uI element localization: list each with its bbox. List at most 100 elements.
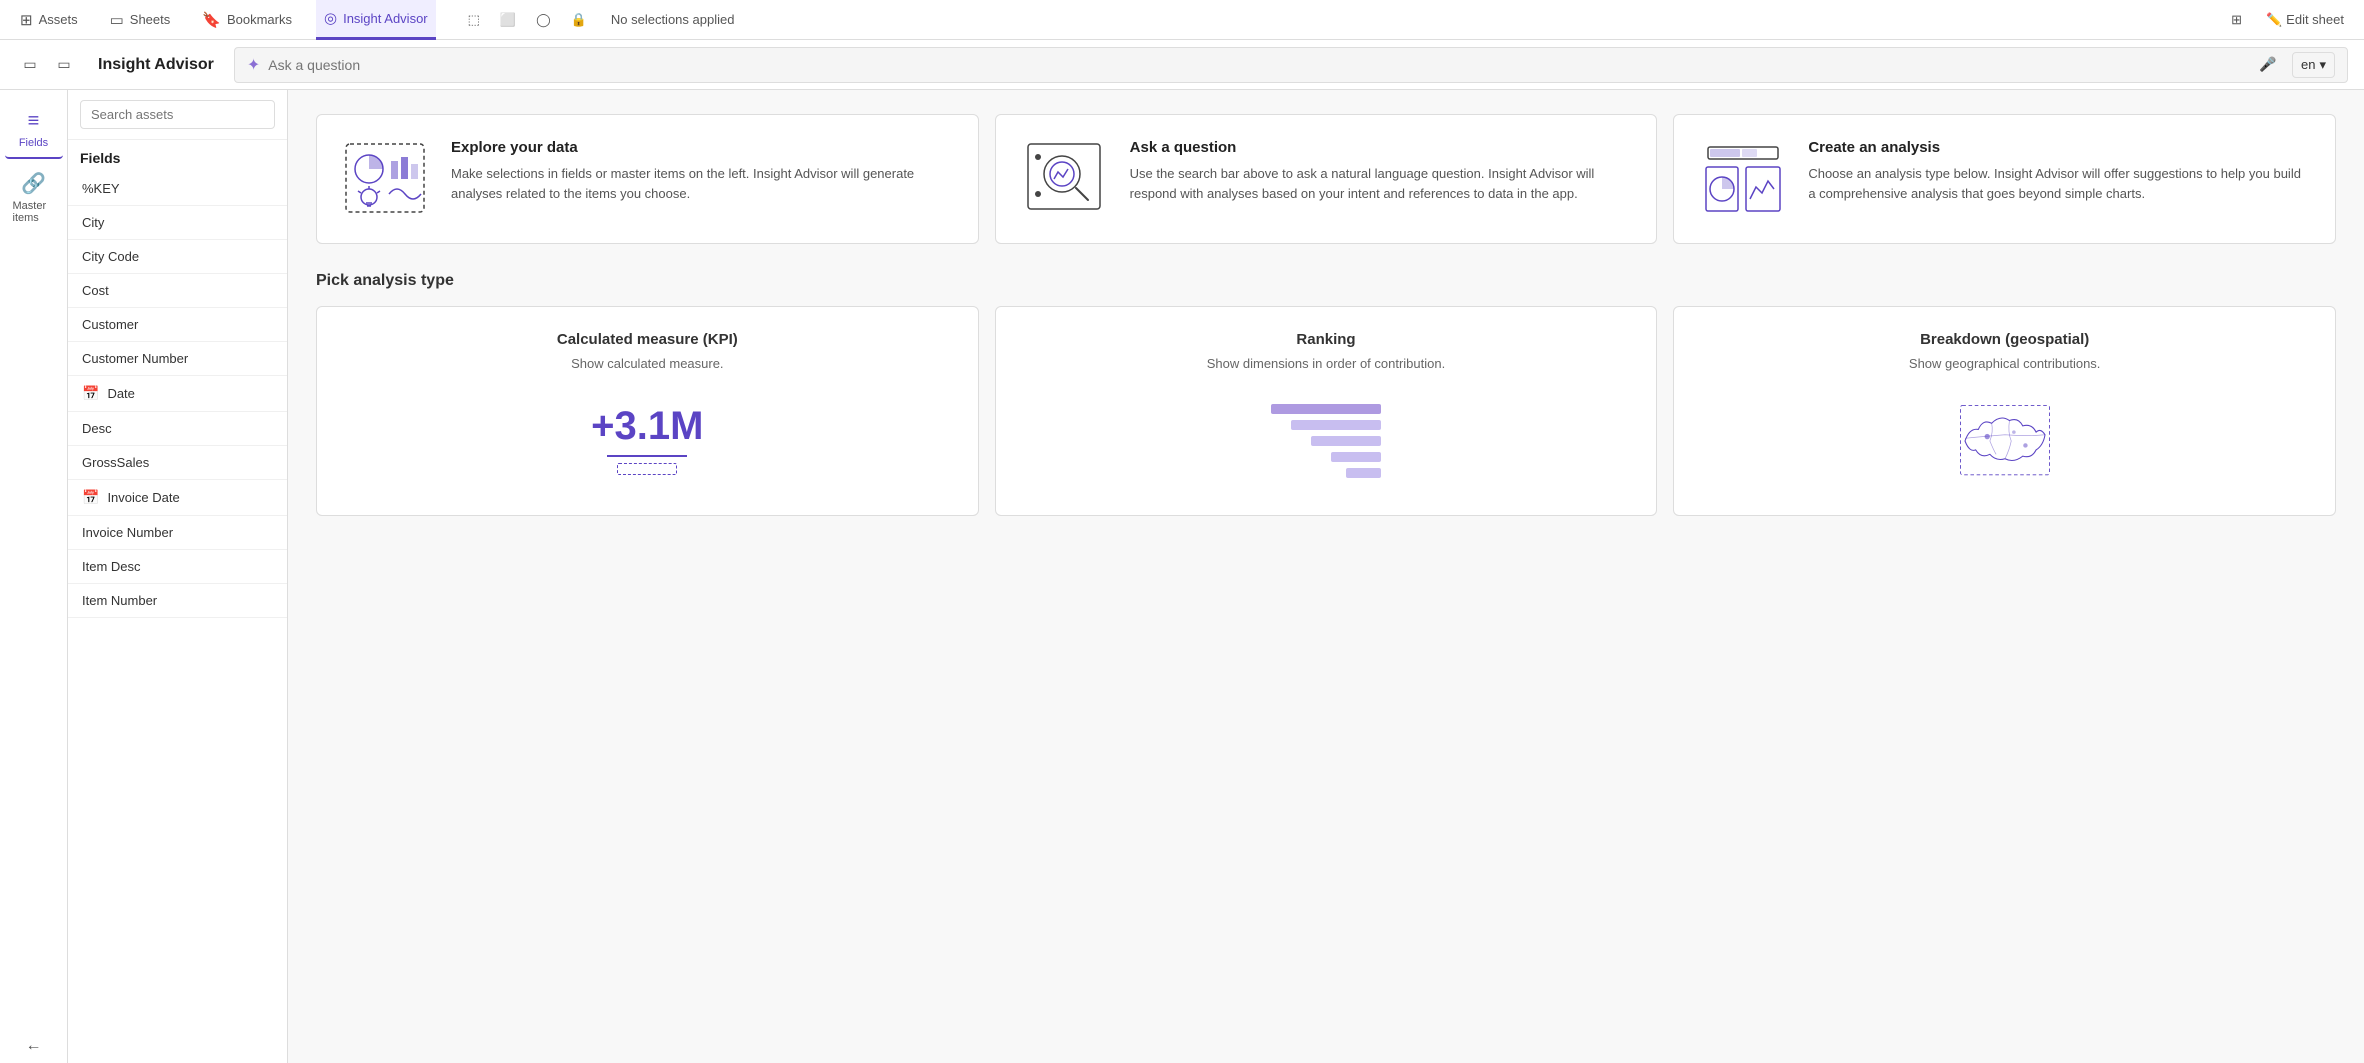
analysis-ranking-card[interactable]: Ranking Show dimensions in order of cont… [995,306,1658,516]
kpi-card-desc: Show calculated measure. [341,356,954,371]
create-card-body: Create an analysis Choose an analysis ty… [1808,139,2311,203]
sidebar-item-fields[interactable]: ≡ Fields [5,102,63,159]
analysis-section-title: Pick analysis type [316,272,2336,290]
rank-bar-1 [1271,404,1381,414]
field-label: Item Number [82,593,157,608]
geo-card-title: Breakdown (geospatial) [1698,331,2311,348]
page-title: Insight Advisor [90,56,222,74]
ask-card-icon [1020,139,1110,219]
explore-card[interactable]: Explore your data Make selections in fie… [316,114,979,244]
ask-card[interactable]: Ask a question Use the search bar above … [995,114,1658,244]
kpi-card-visual: +3.1M [341,391,954,491]
field-item-customer-number[interactable]: Customer Number [68,342,287,376]
rank-bar-5 [1346,468,1381,478]
fields-icon: ≡ [28,110,40,133]
ask-question-input[interactable] [268,57,2244,73]
field-item-customer[interactable]: Customer [68,308,287,342]
geo-card-desc: Show geographical contributions. [1698,356,2311,371]
field-label: City Code [82,249,139,264]
selection-tool-expand[interactable]: ⬜ [492,8,524,32]
info-cards-row: Explore your data Make selections in fie… [316,114,2336,244]
ask-question-bar[interactable]: ✦ 🎤 en ▾ [234,47,2348,83]
second-bar: ▭ ▭ Insight Advisor ✦ 🎤 en ▾ [0,40,2364,90]
sparkle-icon: ✦ [247,55,260,75]
geo-svg [1955,401,2055,481]
field-item-invoice-date[interactable]: 📅 Invoice Date [68,480,287,516]
explore-card-body: Explore your data Make selections in fie… [451,139,954,203]
sidebar-collapse-button[interactable]: ← [18,1029,50,1063]
nav-bookmarks[interactable]: 🔖 Bookmarks [194,0,300,40]
field-item-item-desc[interactable]: Item Desc [68,550,287,584]
ranking-card-desc: Show dimensions in order of contribution… [1020,356,1633,371]
kpi-value: +3.1M [591,404,703,449]
field-item-cost[interactable]: Cost [68,274,287,308]
selection-tool-circle[interactable]: ◯ [528,8,559,32]
field-item-percent-key[interactable]: %KEY [68,172,287,206]
nav-sheets[interactable]: ▭ Sheets [102,0,179,40]
sidebar-item-master-items[interactable]: 🔗 Master items [5,163,63,232]
fields-list: %KEY City City Code Cost Customer Custom… [68,172,287,1063]
sidebar: ≡ Fields 🔗 Master items ← [0,90,68,1063]
selection-tool-lock[interactable]: 🔒 [563,8,595,32]
field-label: Customer Number [82,351,188,366]
nav-assets[interactable]: ⊞ Assets [12,0,86,40]
main-layout: ≡ Fields 🔗 Master items ← Fields %KEY Ci… [0,90,2364,1063]
field-item-gross-sales[interactable]: GrossSales [68,446,287,480]
rank-bar-3 [1311,436,1381,446]
create-card-title: Create an analysis [1808,139,2311,156]
field-item-desc[interactable]: Desc [68,412,287,446]
calendar-icon: 📅 [82,489,99,506]
ask-card-title: Ask a question [1130,139,1633,156]
kpi-dashed [617,463,677,475]
field-item-invoice-number[interactable]: Invoice Number [68,516,287,550]
grid-view-button[interactable]: ⊞ [2223,8,2250,32]
rank-bar-2 [1291,420,1381,430]
panel-toggle-right[interactable]: ▭ [50,51,78,79]
create-card[interactable]: Create an analysis Choose an analysis ty… [1673,114,2336,244]
field-item-date[interactable]: 📅 Date [68,376,287,412]
assets-icon: ⊞ [20,11,33,29]
ranking-bars [1263,396,1389,486]
field-item-item-number[interactable]: Item Number [68,584,287,618]
fields-panel: Fields %KEY City City Code Cost Customer… [68,90,288,1063]
field-label: Invoice Number [82,525,173,540]
ranking-card-title: Ranking [1020,331,1633,348]
field-label: Customer [82,317,138,332]
search-assets-input[interactable] [80,100,275,129]
explore-card-desc: Make selections in fields or master item… [451,164,954,203]
field-item-city-code[interactable]: City Code [68,240,287,274]
field-label: Cost [82,283,109,298]
nav-insight-advisor[interactable]: ◎ Insight Advisor [316,0,436,40]
chevron-down-icon: ▾ [2319,57,2326,73]
field-item-city[interactable]: City [68,206,287,240]
panel-toggle: ▭ ▭ [16,51,78,79]
edit-icon: ✏️ [2266,12,2282,28]
kpi-card-title: Calculated measure (KPI) [341,331,954,348]
create-card-desc: Choose an analysis type below. Insight A… [1808,164,2311,203]
analysis-types-row: Calculated measure (KPI) Show calculated… [316,306,2336,516]
insight-advisor-icon: ◎ [324,9,337,27]
analysis-kpi-card[interactable]: Calculated measure (KPI) Show calculated… [316,306,979,516]
field-label: Date [107,386,134,401]
explore-card-icon [341,139,431,219]
analysis-geo-card[interactable]: Breakdown (geospatial) Show geographical… [1673,306,2336,516]
link-icon: 🔗 [21,171,46,196]
selection-tool-lasso[interactable]: ⬚ [460,8,488,32]
edit-sheet-button[interactable]: ✏️ Edit sheet [2258,8,2352,32]
bookmarks-icon: 🔖 [202,11,221,29]
panel-toggle-left[interactable]: ▭ [16,51,44,79]
calendar-icon: 📅 [82,385,99,402]
field-label: GrossSales [82,455,149,470]
field-label: %KEY [82,181,120,196]
field-label: Item Desc [82,559,141,574]
ranking-card-visual [1020,391,1633,491]
ask-card-desc: Use the search bar above to ask a natura… [1130,164,1633,203]
kpi-underline [607,455,687,457]
field-label: Invoice Date [107,490,179,505]
main-content: Explore your data Make selections in fie… [288,90,2364,1063]
explore-card-title: Explore your data [451,139,954,156]
field-label: Desc [82,421,112,436]
mic-button[interactable]: 🎤 [2252,49,2284,81]
language-selector[interactable]: en ▾ [2292,52,2335,78]
fields-header: Fields [68,140,287,172]
